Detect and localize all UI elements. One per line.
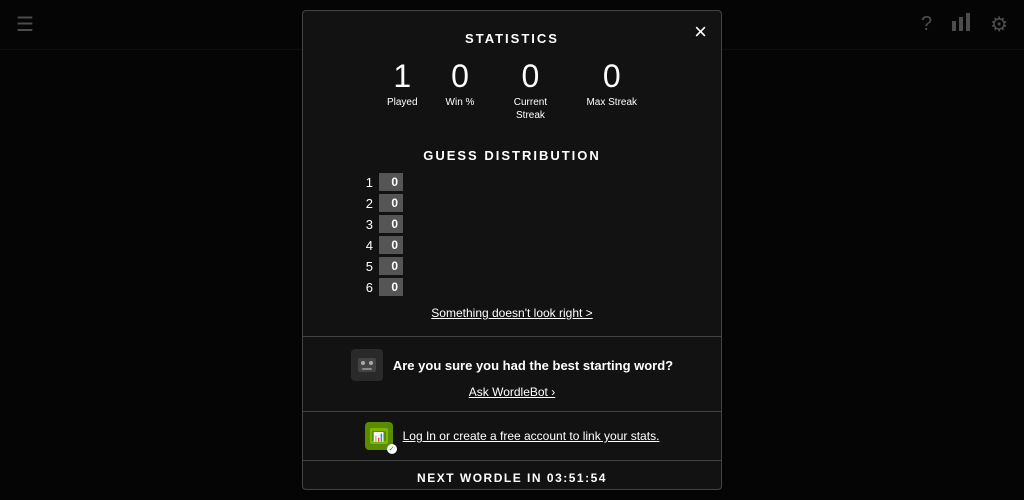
dist-value-4: 0: [391, 238, 398, 252]
stat-current-number: 0: [522, 60, 540, 92]
dist-bar-6: 0: [379, 278, 403, 296]
dist-label-6: 6: [363, 280, 373, 295]
dist-bar-container-4: 0: [379, 236, 403, 254]
stat-max-streak: 0 Max Streak: [586, 60, 637, 122]
dist-label-4: 4: [363, 238, 373, 253]
next-wordle-section: NEXT WORDLE IN 03:51:54 Play Spelling Be…: [303, 461, 721, 490]
next-countdown: 03:51:54: [547, 471, 607, 485]
stat-win-label: Win %: [446, 96, 475, 109]
table-row: 3 0: [363, 215, 701, 233]
dist-label-1: 1: [363, 175, 373, 190]
dist-label-2: 2: [363, 196, 373, 211]
dist-bar-container-6: 0: [379, 278, 403, 296]
stat-max-number: 0: [603, 60, 621, 92]
report-link-text[interactable]: Something doesn't look right >: [431, 306, 592, 320]
next-wordle-title: NEXT WORDLE IN 03:51:54: [323, 471, 701, 485]
stat-win: 0 Win %: [446, 60, 475, 122]
distribution-rows: 1 0 2 0 3: [323, 173, 701, 296]
login-check-icon: ✓: [387, 444, 397, 454]
login-icon: 📊 ✓: [365, 422, 393, 450]
statistics-modal: × STATISTICS 1 Played 0 Win % 0 Current …: [302, 10, 722, 490]
login-text[interactable]: Log In or create a free account to link …: [403, 429, 660, 443]
login-section: 📊 ✓ Log In or create a free account to l…: [303, 412, 721, 461]
dist-bar-container-5: 0: [379, 257, 403, 275]
table-row: 1 0: [363, 173, 701, 191]
dist-value-3: 0: [391, 217, 398, 231]
stat-played: 1 Played: [387, 60, 418, 122]
dist-label-3: 3: [363, 217, 373, 232]
dist-bar-5: 0: [379, 257, 403, 275]
stats-section: STATISTICS 1 Played 0 Win % 0 Current St…: [303, 11, 721, 134]
login-icon-inner: 📊: [370, 428, 388, 444]
stat-win-number: 0: [451, 60, 469, 92]
table-row: 2 0: [363, 194, 701, 212]
stat-max-label: Max Streak: [586, 96, 637, 109]
dist-bar-1: 0: [379, 173, 403, 191]
dist-value-5: 0: [391, 259, 398, 273]
stats-row: 1 Played 0 Win % 0 Current Streak 0 Max …: [323, 60, 701, 122]
table-row: 6 0: [363, 278, 701, 296]
stat-played-label: Played: [387, 96, 418, 109]
stat-played-number: 1: [393, 60, 411, 92]
dist-bar-3: 0: [379, 215, 403, 233]
dist-bar-2: 0: [379, 194, 403, 212]
distribution-title: GUESS DISTRIBUTION: [323, 148, 701, 163]
dist-value-1: 0: [391, 175, 398, 189]
dist-label-5: 5: [363, 259, 373, 274]
wordlebot-row: Are you sure you had the best starting w…: [351, 349, 673, 381]
stats-title: STATISTICS: [323, 31, 701, 46]
stat-current-label: Current Streak: [502, 96, 558, 122]
dist-bar-4: 0: [379, 236, 403, 254]
table-row: 4 0: [363, 236, 701, 254]
close-button[interactable]: ×: [694, 21, 707, 43]
wordlebot-link[interactable]: Ask WordleBot ›: [469, 385, 555, 399]
wordlebot-question: Are you sure you had the best starting w…: [393, 358, 673, 373]
dist-bar-container-2: 0: [379, 194, 403, 212]
wordlebot-section: Are you sure you had the best starting w…: [303, 336, 721, 412]
dist-bar-container-1: 0: [379, 173, 403, 191]
distribution-section: GUESS DISTRIBUTION 1 0 2 0: [303, 134, 721, 336]
report-link[interactable]: Something doesn't look right >: [323, 304, 701, 322]
stat-current-streak: 0 Current Streak: [502, 60, 558, 122]
wordlebot-icon: [351, 349, 383, 381]
dist-value-2: 0: [391, 196, 398, 210]
dist-bar-container-3: 0: [379, 215, 403, 233]
svg-text:📊: 📊: [373, 431, 384, 442]
table-row: 5 0: [363, 257, 701, 275]
dist-value-6: 0: [391, 280, 398, 294]
modal-overlay: × STATISTICS 1 Played 0 Win % 0 Current …: [0, 0, 1024, 500]
